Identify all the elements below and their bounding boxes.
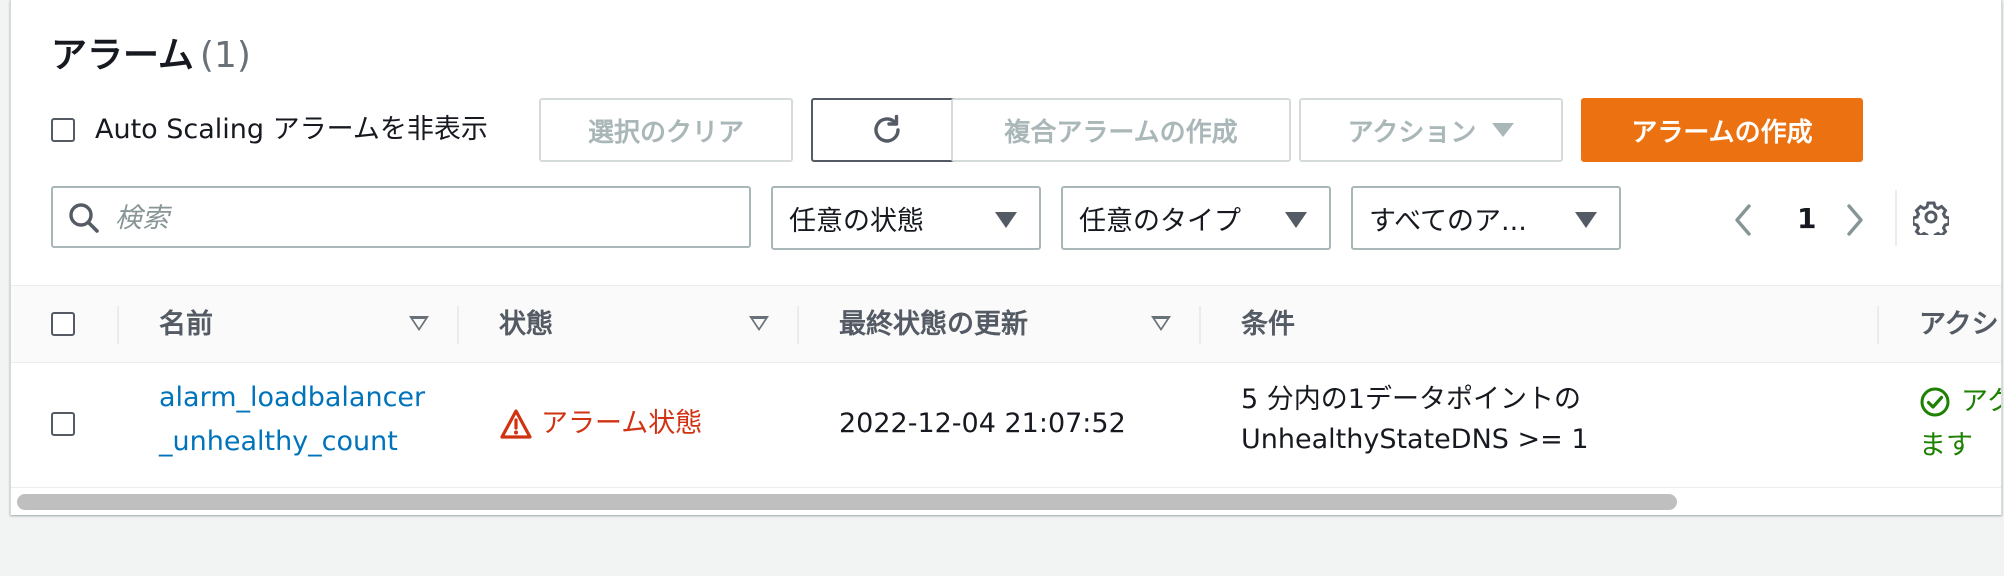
current-page-number[interactable]: 1 (1797, 199, 1816, 239)
create-composite-alarm-button[interactable]: 複合アラームの作成 (951, 98, 1291, 162)
actions-filter-value: すべてのア... (1369, 205, 1527, 237)
table-header: 名前 状態 最終状態の更新 条件 アクシ (11, 285, 2001, 363)
next-page-icon[interactable] (1839, 200, 1869, 240)
page-title-text: アラーム (51, 35, 194, 76)
condition-line2: UnhealthyStateDNS >= 1 (1241, 424, 1589, 455)
actions-status: アク ます (1919, 380, 2001, 468)
check-circle-icon (1920, 387, 1950, 417)
actions-status-line2: ます (1919, 430, 1973, 461)
column-header-actions: アクシ (1919, 309, 1999, 340)
column-header-state[interactable]: 状態 (499, 308, 553, 342)
alarm-name-line1: alarm_loadbalancer (159, 382, 426, 413)
actions-status-line1: アク (1961, 386, 2001, 417)
type-filter-value: 任意のタイプ (1079, 205, 1241, 237)
alarms-panel: アラーム (1) Auto Scaling アラームを非表示 選択のクリア 複合ア… (10, 0, 2002, 515)
sort-icon[interactable] (409, 316, 429, 331)
clear-selection-button[interactable]: 選択のクリア (539, 98, 793, 162)
alarm-state: アラーム状態 (499, 402, 702, 446)
alarm-name-link[interactable]: alarm_loadbalancer _unhealthy_count (159, 376, 425, 464)
refresh-icon (874, 114, 900, 143)
dropdown-arrow-icon (1575, 212, 1597, 228)
column-separator (1877, 306, 1879, 344)
previous-page-icon[interactable] (1729, 200, 1759, 240)
create-alarm-label: アラームの作成 (1631, 117, 1813, 148)
clear-selection-label: 選択のクリア (587, 117, 744, 148)
hide-autoscaling-checkbox[interactable] (51, 118, 75, 142)
column-header-name[interactable]: 名前 (159, 308, 213, 342)
divider (1895, 190, 1897, 246)
condition-value: 5 分内の1データポイントの UnhealthyStateDNS >= 1 (1241, 380, 1589, 460)
create-composite-label: 複合アラームの作成 (1004, 117, 1238, 148)
select-all-checkbox[interactable] (51, 312, 75, 336)
last-update-value: 2022-12-04 21:07:52 (839, 408, 1126, 439)
column-header-last-update[interactable]: 最終状態の更新 (839, 308, 1028, 342)
column-separator (797, 306, 799, 344)
state-filter-select[interactable]: 任意の状態 (771, 186, 1041, 250)
search-icon (69, 203, 99, 233)
column-header-conditions: 条件 (1241, 309, 1295, 340)
warning-icon (500, 409, 532, 439)
caret-down-icon (1492, 123, 1515, 137)
sort-icon[interactable] (749, 316, 769, 331)
scrollbar-thumb[interactable] (17, 494, 1677, 510)
search-box (51, 186, 751, 248)
alarm-name-line2: _unhealthy_count (159, 426, 398, 457)
refresh-button[interactable] (811, 98, 963, 162)
actions-dropdown-button[interactable]: アクション (1299, 98, 1563, 162)
actions-label: アクション (1347, 117, 1477, 148)
condition-line1: 5 分内の1データポイントの (1241, 384, 1581, 415)
column-separator (457, 306, 459, 344)
sort-icon[interactable] (1151, 316, 1171, 331)
page-title: アラーム (1) (51, 32, 251, 80)
state-filter-value: 任意の状態 (789, 205, 924, 237)
horizontal-scrollbar[interactable] (11, 487, 2001, 515)
create-alarm-button[interactable]: アラームの作成 (1581, 98, 1863, 162)
column-separator (1199, 306, 1201, 344)
dropdown-arrow-icon (1285, 212, 1307, 228)
type-filter-select[interactable]: 任意のタイプ (1061, 186, 1331, 250)
column-separator (117, 306, 119, 344)
table-row: alarm_loadbalancer _unhealthy_count アラーム… (11, 362, 2001, 486)
actions-filter-select[interactable]: すべてのア... (1351, 186, 1621, 250)
alarm-state-text: アラーム状態 (541, 408, 703, 439)
alarm-count: (1) (199, 35, 251, 76)
dropdown-arrow-icon (995, 212, 1017, 228)
search-input[interactable] (113, 196, 737, 240)
row-checkbox[interactable] (51, 412, 75, 436)
settings-gear-icon[interactable] (1913, 199, 1949, 235)
hide-autoscaling-label: Auto Scaling アラームを非表示 (95, 114, 488, 145)
